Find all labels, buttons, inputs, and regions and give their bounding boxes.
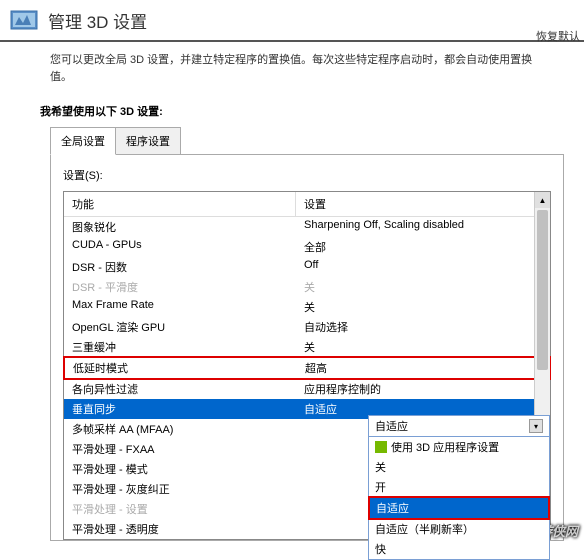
restore-defaults-link[interactable]: 恢复默认 bbox=[536, 28, 580, 44]
cell-function: 平滑处理 - 设置 bbox=[64, 499, 296, 519]
settings-table: 功能 设置 图象锐化Sharpening Off, Scaling disabl… bbox=[63, 191, 551, 540]
scroll-up-icon[interactable]: ▲ bbox=[535, 192, 550, 208]
dropdown-item-label: 自适应（半刷新率） bbox=[375, 521, 474, 537]
table-row[interactable]: 三重缓冲关 bbox=[64, 337, 550, 357]
settings-panel: 全局设置 程序设置 设置(S): 功能 设置 图象锐化Sharpening Of… bbox=[50, 127, 564, 541]
cell-function: DSR - 因数 bbox=[64, 257, 296, 277]
cell-function: CUDA - GPUs bbox=[64, 237, 296, 257]
dropdown-selected-label: 自适应 bbox=[375, 418, 408, 434]
dropdown-item-label: 快 bbox=[375, 541, 386, 557]
section-label: 我希望使用以下 3D 设置: bbox=[0, 99, 584, 127]
cell-function: 垂直同步 bbox=[64, 399, 296, 419]
dropdown-item-label: 自适应 bbox=[376, 500, 409, 516]
cell-function: Max Frame Rate bbox=[64, 297, 296, 317]
scroll-thumb[interactable] bbox=[537, 210, 548, 370]
tab-global[interactable]: 全局设置 bbox=[50, 127, 116, 155]
table-row[interactable]: OpenGL 渲染 GPU自动选择 bbox=[64, 317, 550, 337]
cell-function: 三重缓冲 bbox=[64, 337, 296, 357]
dropdown-item-label: 使用 3D 应用程序设置 bbox=[391, 439, 499, 455]
table-row[interactable]: 图象锐化Sharpening Off, Scaling disabled bbox=[64, 217, 550, 237]
table-row[interactable]: CUDA - GPUs全部 bbox=[64, 237, 550, 257]
cell-function: 低延时模式 bbox=[65, 358, 297, 378]
cell-function: 平滑处理 - 透明度 bbox=[64, 519, 296, 539]
cell-setting: Off bbox=[296, 257, 550, 277]
cell-setting: Sharpening Off, Scaling disabled bbox=[296, 217, 550, 237]
cell-function: DSR - 平滑度 bbox=[64, 277, 296, 297]
dropdown-item[interactable]: 使用 3D 应用程序设置 bbox=[369, 437, 549, 457]
dropdown-item[interactable]: 自适应（半刷新率） bbox=[369, 519, 549, 539]
cell-setting: 关 bbox=[296, 337, 550, 357]
table-row[interactable]: 各向异性过滤应用程序控制的 bbox=[64, 379, 550, 399]
chevron-down-icon[interactable]: ▾ bbox=[529, 419, 543, 433]
cell-function: 平滑处理 - FXAA bbox=[64, 439, 296, 459]
col-function[interactable]: 功能 bbox=[64, 192, 296, 216]
dropdown-item[interactable]: 快 bbox=[369, 539, 549, 559]
cell-function: 平滑处理 - 灰度纠正 bbox=[64, 479, 296, 499]
dropdown-item-label: 关 bbox=[375, 459, 386, 475]
page-title: 管理 3D 设置 bbox=[48, 8, 147, 33]
dropdown-selected[interactable]: 自适应 ▾ bbox=[369, 416, 549, 437]
tab-program[interactable]: 程序设置 bbox=[115, 127, 181, 155]
tabs: 全局设置 程序设置 bbox=[50, 127, 564, 155]
cell-setting: 应用程序控制的 bbox=[296, 379, 550, 399]
cell-function: OpenGL 渲染 GPU bbox=[64, 317, 296, 337]
dropdown-item[interactable]: 自适应 bbox=[368, 496, 550, 520]
dropdown-item[interactable]: 开 bbox=[369, 477, 549, 497]
cell-setting: 自动选择 bbox=[296, 317, 550, 337]
dropdown-list: 使用 3D 应用程序设置关开自适应自适应（半刷新率） 快 bbox=[369, 437, 549, 559]
cell-setting: 关 bbox=[296, 297, 550, 317]
table-row[interactable]: DSR - 因数Off bbox=[64, 257, 550, 277]
cell-setting: 关 bbox=[296, 277, 550, 297]
tab-content: 设置(S): 功能 设置 图象锐化Sharpening Off, Scaling… bbox=[50, 154, 564, 541]
vsync-dropdown[interactable]: 自适应 ▾ 使用 3D 应用程序设置关开自适应自适应（半刷新率）快 bbox=[368, 415, 550, 560]
cell-setting: 超高 bbox=[297, 358, 549, 378]
nvidia-icon bbox=[375, 441, 387, 453]
table-row[interactable]: Max Frame Rate关 bbox=[64, 297, 550, 317]
cell-setting: 全部 bbox=[296, 237, 550, 257]
cell-function: 平滑处理 - 模式 bbox=[64, 459, 296, 479]
dropdown-item-label: 开 bbox=[375, 479, 386, 495]
header: 管理 3D 设置 bbox=[0, 0, 584, 42]
cell-function: 图象锐化 bbox=[64, 217, 296, 237]
dropdown-item[interactable]: 关 bbox=[369, 457, 549, 477]
cell-function: 各向异性过滤 bbox=[64, 379, 296, 399]
col-setting[interactable]: 设置 bbox=[296, 192, 550, 216]
cell-function: 多帧采样 AA (MFAA) bbox=[64, 419, 296, 439]
settings-label: 设置(S): bbox=[63, 167, 551, 183]
table-row[interactable]: DSR - 平滑度关 bbox=[64, 277, 550, 297]
nvidia-logo-icon bbox=[8, 4, 40, 36]
description-text: 您可以更改全局 3D 设置，并建立特定程序的置换值。每次这些特定程序启动时，都会… bbox=[0, 42, 584, 99]
table-row[interactable]: 低延时模式超高 bbox=[63, 356, 551, 380]
table-header: 功能 设置 bbox=[64, 192, 550, 217]
